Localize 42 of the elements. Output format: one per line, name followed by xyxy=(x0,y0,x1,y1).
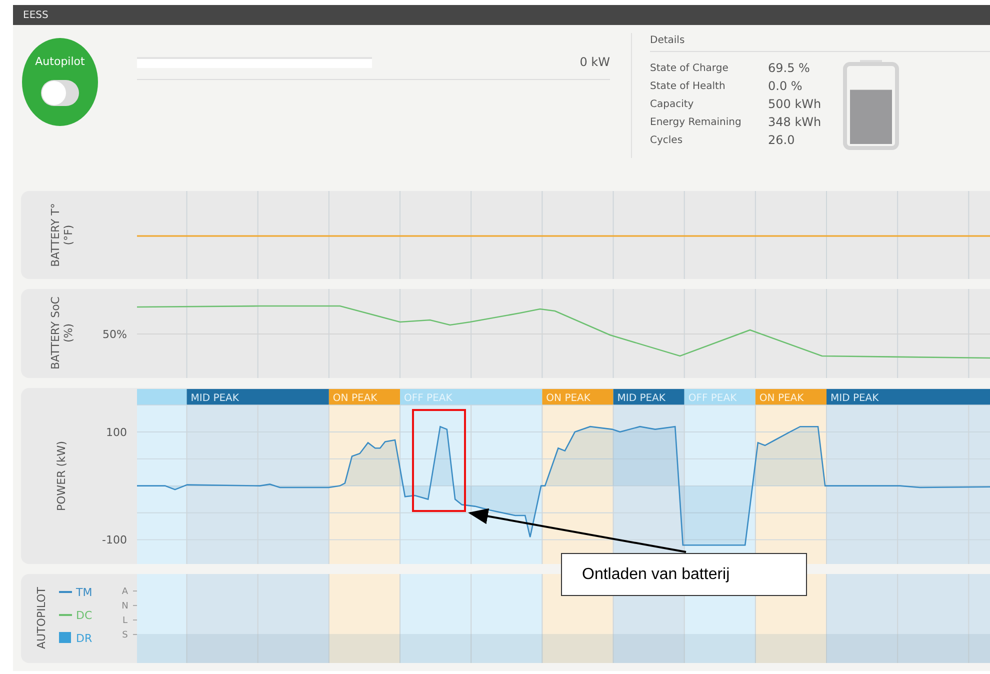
axis-tick-label: 50% xyxy=(102,328,127,341)
detail-value: 500 kWh xyxy=(768,97,822,111)
window-title: EESS xyxy=(23,10,48,20)
detail-label: State of Charge xyxy=(650,62,730,74)
legend-line xyxy=(59,614,72,616)
level-label: N xyxy=(122,602,128,612)
callout-label: Ontladen van batterij xyxy=(561,553,807,596)
panel-label: BATTERY SoC (%) xyxy=(49,296,75,370)
level-label: S xyxy=(122,630,128,640)
detail-label: Capacity xyxy=(650,98,695,110)
peak-label: ON PEAK xyxy=(759,393,804,404)
detail-label: State of Health xyxy=(650,80,726,92)
peak-label: MID PEAK xyxy=(830,393,879,404)
axis-tick-label: 100 xyxy=(106,426,127,439)
peak-label: ON PEAK xyxy=(546,393,590,404)
peak-label: OFF PEAK xyxy=(404,393,452,404)
detail-value: 0.0 % xyxy=(768,79,802,93)
autopilot-label: Autopilot xyxy=(35,55,85,68)
battery-icon xyxy=(843,60,900,150)
legend-swatch xyxy=(59,632,71,643)
detail-value: 69.5 % xyxy=(768,61,810,75)
peak-label: ON PEAK xyxy=(332,393,378,404)
axis-title: POWER (kW) xyxy=(55,440,68,512)
detail-value: 26.0 xyxy=(768,133,795,147)
panel-label: AUTOPILOT xyxy=(35,587,48,649)
axis-tick-label: -100 xyxy=(102,534,127,547)
power-reading: 0 kW xyxy=(580,55,610,69)
details-title: Details xyxy=(650,35,686,48)
peak-label: MID PEAK xyxy=(617,393,666,404)
autopilot-toggle[interactable] xyxy=(41,80,79,106)
detail-label: Cycles xyxy=(650,134,684,146)
detail-label: Energy Remaining xyxy=(650,116,742,128)
peak-label: MID PEAK xyxy=(190,393,239,404)
legend-label: TM xyxy=(76,586,92,599)
legend-line xyxy=(59,591,72,593)
panel-label: BATTERY T° (°F) xyxy=(49,203,75,267)
legend-label: DR xyxy=(76,632,92,645)
level-label: L xyxy=(122,616,128,626)
detail-value: 348 kWh xyxy=(768,115,822,129)
level-label: A xyxy=(122,587,128,597)
legend-label: DC xyxy=(76,609,92,622)
peak-label: OFF PEAK xyxy=(688,393,737,404)
